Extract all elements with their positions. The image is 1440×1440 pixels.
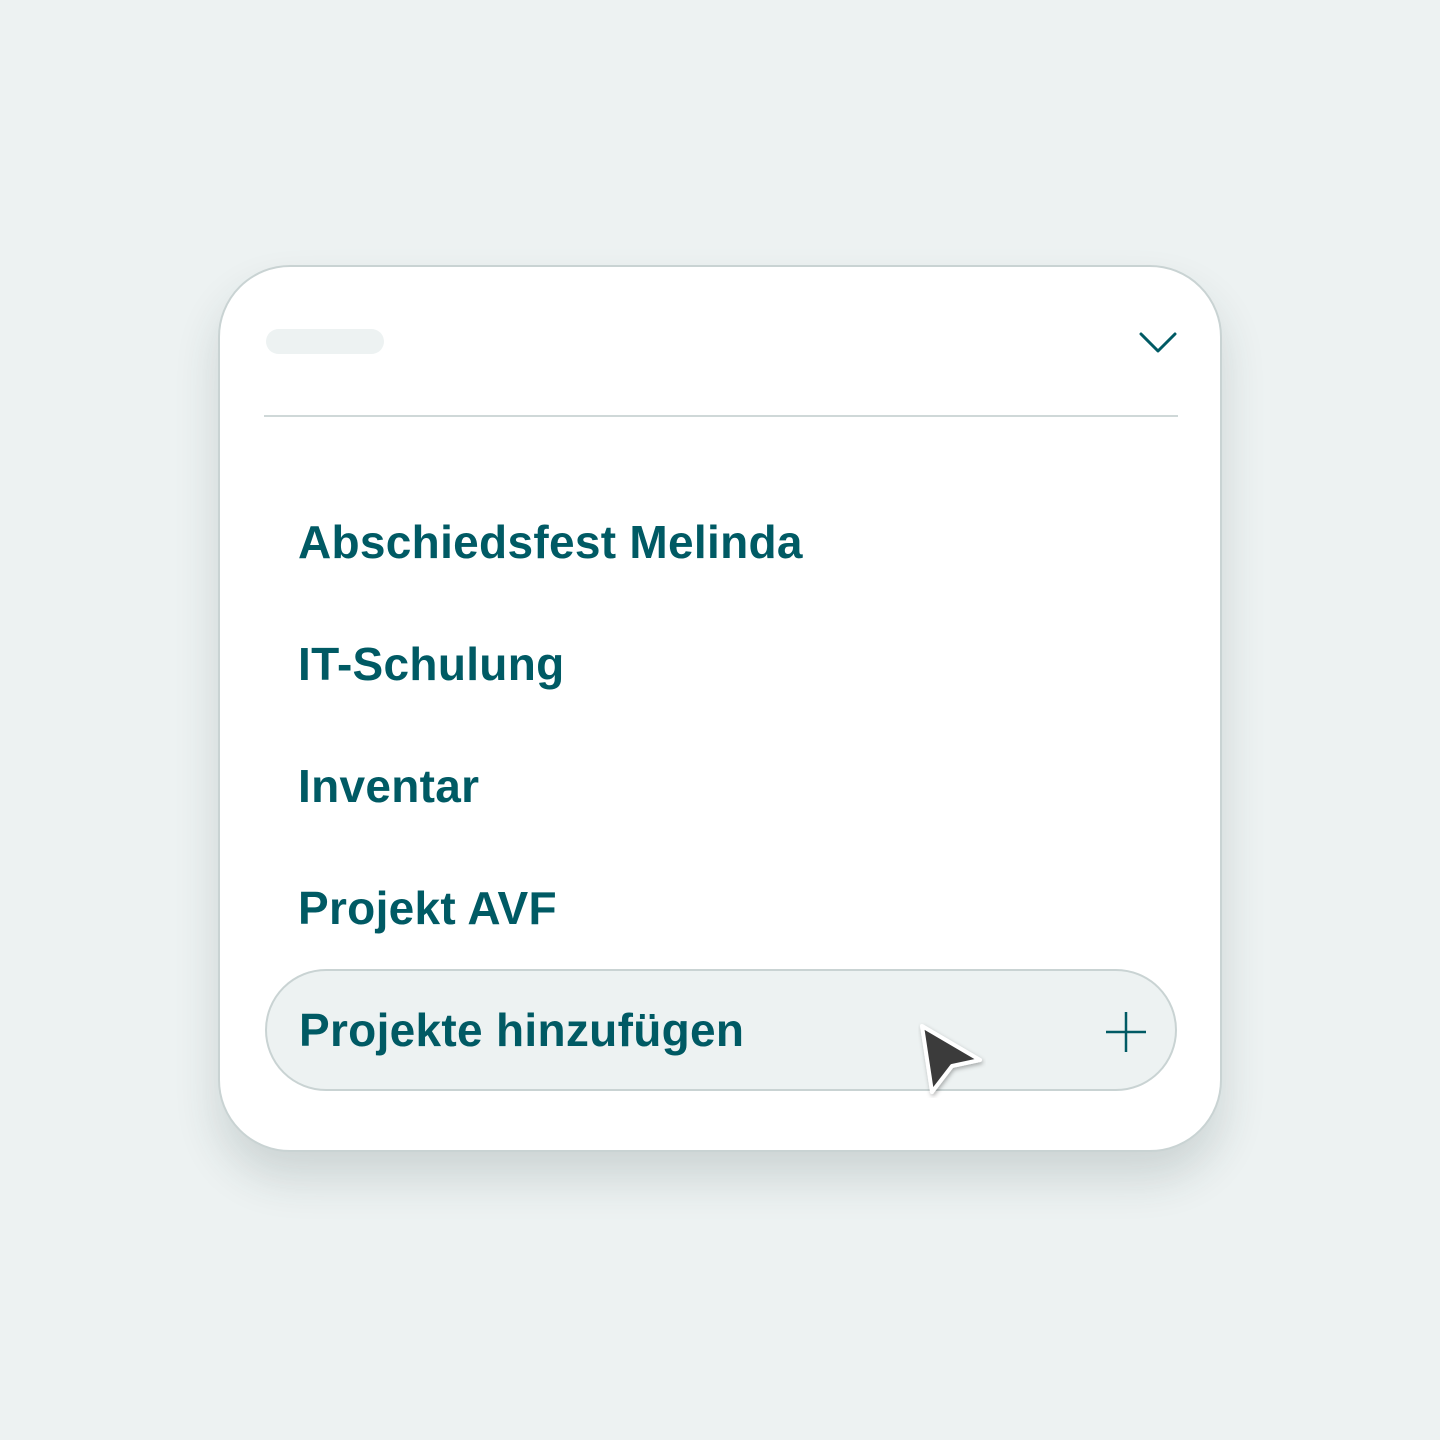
select-placeholder	[266, 329, 384, 354]
options-list: Abschiedsfest Melinda IT-Schulung Invent…	[264, 481, 1178, 969]
chevron-down-icon[interactable]	[1138, 327, 1178, 357]
option-it-schulung[interactable]: IT-Schulung	[264, 603, 1178, 725]
add-project-button[interactable]: Projekte hinzufügen	[265, 969, 1177, 1091]
option-inventar[interactable]: Inventar	[264, 725, 1178, 847]
plus-icon	[1106, 1012, 1146, 1052]
option-label: Inventar	[298, 760, 480, 812]
project-select-header[interactable]	[264, 307, 1178, 419]
option-label: IT-Schulung	[298, 638, 565, 690]
option-projekt-avf[interactable]: Projekt AVF	[264, 847, 1178, 969]
option-label: Abschiedsfest Melinda	[298, 516, 803, 568]
divider	[264, 415, 1178, 417]
project-dropdown: Abschiedsfest Melinda IT-Schulung Invent…	[218, 265, 1222, 1152]
add-project-label: Projekte hinzufügen	[299, 1004, 745, 1056]
option-label: Projekt AVF	[298, 882, 557, 934]
option-abschiedsfest-melinda[interactable]: Abschiedsfest Melinda	[264, 481, 1178, 603]
